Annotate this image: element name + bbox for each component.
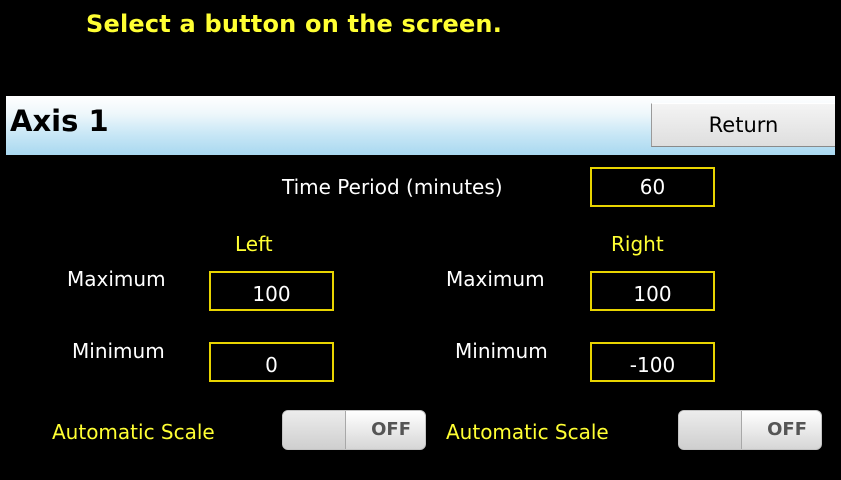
toggle-knob <box>283 411 346 449</box>
right-minimum-field[interactable]: -100 <box>590 342 715 382</box>
instruction-text: Select a button on the screen. <box>86 10 503 38</box>
left-minimum-label: Minimum <box>72 339 165 363</box>
left-heading: Left <box>235 232 273 256</box>
right-automatic-scale-label: Automatic Scale <box>446 420 609 444</box>
left-maximum-label: Maximum <box>67 267 166 291</box>
toggle-state-text: OFF <box>767 419 807 440</box>
toggle-state-text: OFF <box>371 419 411 440</box>
axis-settings-screen: Select a button on the screen. Axis 1 Re… <box>6 0 835 474</box>
left-automatic-scale-label: Automatic Scale <box>52 420 215 444</box>
right-maximum-label: Maximum <box>446 267 545 291</box>
return-button[interactable]: Return <box>651 103 835 147</box>
left-minimum-field[interactable]: 0 <box>209 342 334 382</box>
time-period-label: Time Period (minutes) <box>282 175 503 199</box>
right-automatic-scale-toggle[interactable]: OFF <box>678 410 822 450</box>
header-bar: Axis 1 Return <box>6 96 835 155</box>
page-title: Axis 1 <box>10 104 109 138</box>
time-period-field[interactable]: 60 <box>590 167 715 207</box>
right-heading: Right <box>611 232 664 256</box>
left-automatic-scale-toggle[interactable]: OFF <box>282 410 426 450</box>
toggle-knob <box>679 411 742 449</box>
right-maximum-field[interactable]: 100 <box>590 271 715 311</box>
right-minimum-label: Minimum <box>455 339 548 363</box>
left-maximum-field[interactable]: 100 <box>209 271 334 311</box>
